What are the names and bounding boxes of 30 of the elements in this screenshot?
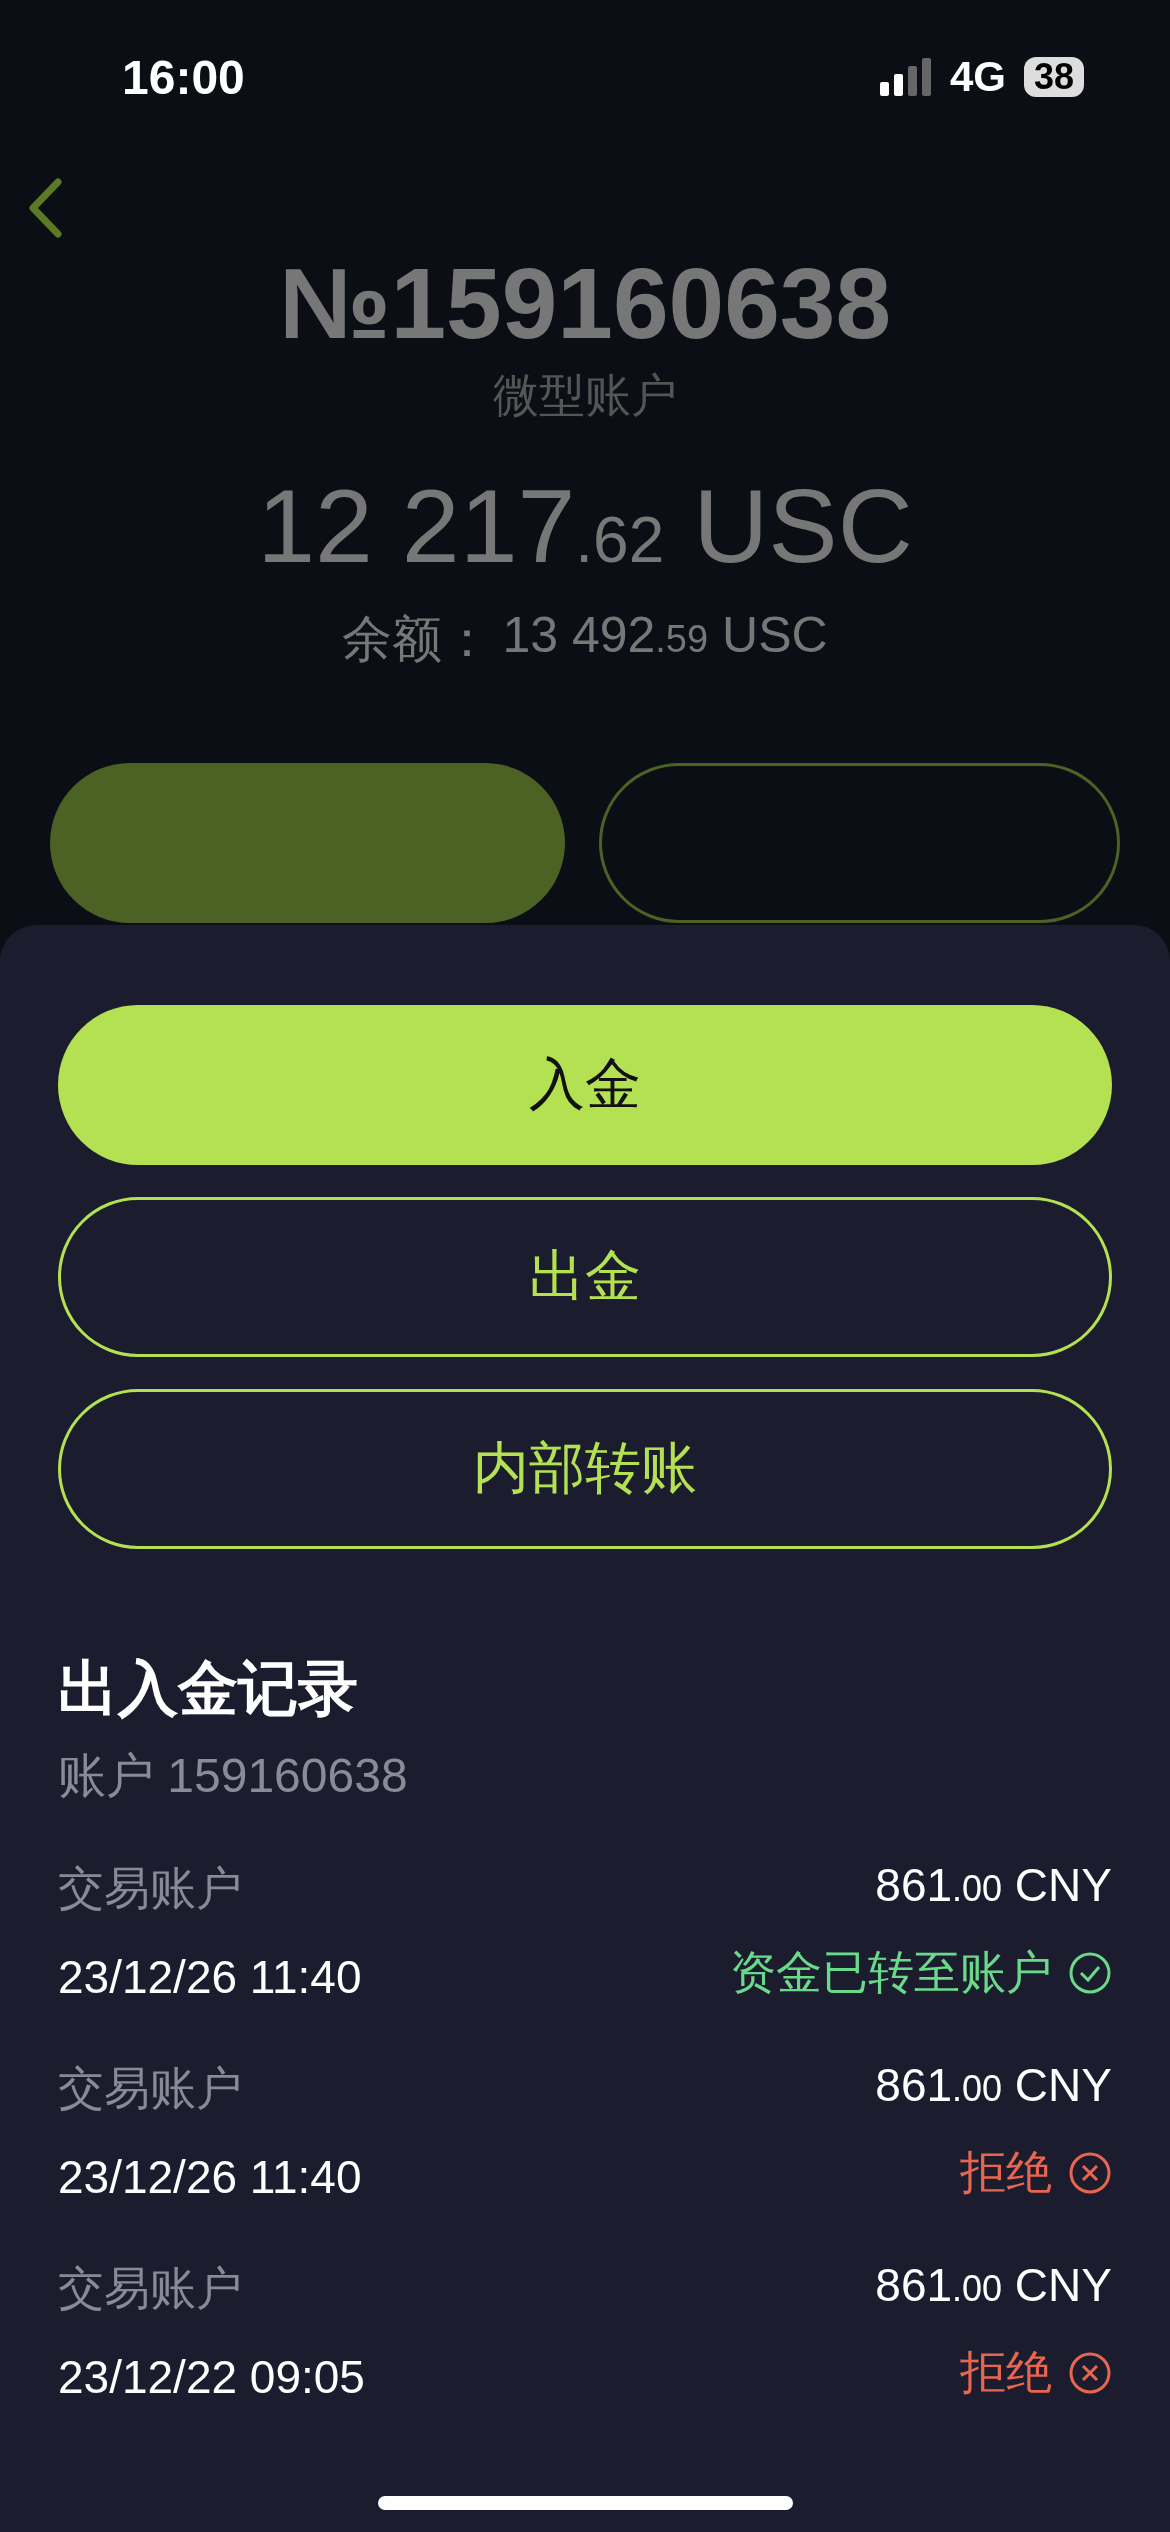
- record-status: 拒绝: [960, 2145, 1052, 2200]
- status-time: 16:00: [122, 49, 245, 105]
- record-account: 交易账户: [58, 2061, 243, 2116]
- record-account: 交易账户: [58, 2261, 243, 2316]
- check-circle-icon: [1068, 1951, 1112, 1995]
- record-amount: 861.00 CNY: [875, 2058, 1112, 2112]
- cross-circle-icon: [1068, 2351, 1112, 2395]
- back-icon[interactable]: [28, 178, 62, 238]
- record-account: 交易账户: [58, 1861, 243, 1916]
- network-label: 4G: [949, 53, 1006, 101]
- record-status: 资金已转至账户: [730, 1945, 1052, 2000]
- action-button[interactable]: 入金: [58, 1005, 1112, 1165]
- record-amount: 861.00 CNY: [875, 2258, 1112, 2312]
- equity-amount: 12 217.62 USC: [257, 467, 913, 586]
- battery-icon: 38: [1023, 57, 1084, 97]
- signal-icon: [879, 58, 932, 96]
- record-status: 拒绝: [960, 2345, 1052, 2400]
- action-button[interactable]: 内部转账: [58, 1389, 1112, 1549]
- record-date: 23/12/26 11:40: [58, 1950, 362, 2004]
- cross-circle-icon: [1068, 2151, 1112, 2195]
- account-type: 微型账户: [493, 368, 677, 423]
- balance-label: 余额：: [342, 610, 493, 669]
- account-number: №159160638: [279, 246, 891, 361]
- record-amount: 861.00 CNY: [875, 1858, 1112, 1912]
- balance-amount: 13 492.59 USC: [502, 606, 828, 665]
- record-date: 23/12/26 11:40: [58, 2150, 362, 2204]
- history-title: 出入金记录: [58, 1654, 359, 1724]
- action-button[interactable]: 出金: [58, 1197, 1112, 1357]
- record-date: 23/12/22 09:05: [58, 2350, 365, 2404]
- history-subtitle: 账户 159160638: [58, 1748, 409, 1804]
